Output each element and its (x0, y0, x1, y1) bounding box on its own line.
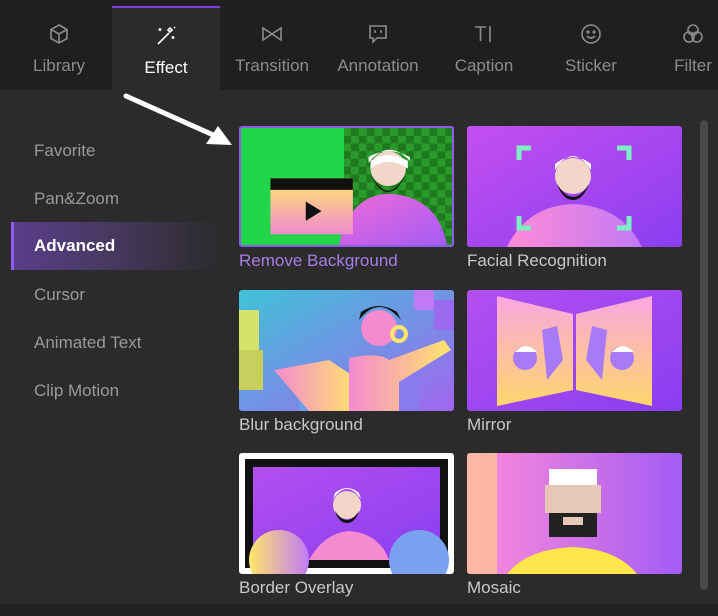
magic-wand-icon (157, 26, 176, 45)
tab-annotation[interactable]: Annotation (326, 6, 430, 90)
tab-label: Library (33, 56, 85, 75)
smiley-icon (581, 24, 601, 44)
tab-caption[interactable]: Caption (436, 6, 532, 90)
tab-label: Caption (454, 56, 514, 75)
effect-label: Mirror (467, 415, 512, 434)
tab-label: Filter (674, 56, 712, 75)
tab-label: Transition (234, 56, 309, 75)
sidebar-item-pan-zoom[interactable]: Pan&Zoom (11, 175, 221, 223)
effect-thumbnail (239, 126, 454, 247)
effect-thumbnail (239, 453, 454, 574)
transition-bowtie-icon (262, 26, 282, 42)
tab-effect[interactable]: Effect (112, 6, 220, 90)
effect-thumbnail (467, 290, 682, 411)
effect-card-remove-background[interactable]: Remove Background (239, 126, 454, 271)
top-tab-bar: Library Effect Transition Annotation Cap… (0, 0, 718, 90)
effect-thumbnail (239, 290, 454, 411)
sidebar-item-cursor[interactable]: Cursor (11, 271, 221, 319)
effect-label: Border Overlay (239, 578, 354, 597)
sidebar-item-animated-text[interactable]: Animated Text (11, 319, 221, 367)
tab-filter[interactable]: Filter (648, 6, 718, 90)
sidebar-item-advanced[interactable]: Advanced (11, 222, 221, 270)
effect-card-blur-background[interactable]: Blur background (239, 290, 454, 435)
effect-card-mirror[interactable]: Mirror (467, 290, 682, 435)
effect-category-sidebar: Favorite Pan&Zoom Advanced Cursor Animat… (0, 90, 230, 616)
text-caption-icon (475, 26, 491, 42)
tab-transition[interactable]: Transition (222, 6, 322, 90)
effect-thumbnail (467, 126, 682, 247)
filter-circles-icon (683, 24, 703, 43)
pointer-arrow-icon (123, 93, 232, 145)
bottom-divider (0, 604, 718, 616)
cube-icon (50, 24, 68, 44)
speech-bubble-icon (369, 25, 387, 44)
tab-label: Annotation (337, 56, 419, 75)
effect-card-border-overlay[interactable]: Border Overlay (239, 453, 454, 598)
effects-scrollbar[interactable] (700, 120, 708, 590)
tab-sticker[interactable]: Sticker (544, 6, 638, 90)
effect-label: Facial Recognition (467, 251, 607, 270)
sidebar-item-clip-motion[interactable]: Clip Motion (11, 367, 221, 415)
tab-label: Effect (144, 58, 188, 77)
effect-card-facial-recognition[interactable]: Facial Recognition (467, 126, 682, 271)
tab-label: Sticker (565, 56, 617, 75)
effect-card-mosaic[interactable]: Mosaic (467, 453, 682, 598)
effect-thumbnail (467, 453, 682, 574)
effect-label: Blur background (239, 415, 363, 434)
tab-library[interactable]: Library (0, 6, 118, 90)
effect-label: Remove Background (239, 251, 398, 270)
effect-label: Mosaic (467, 578, 521, 597)
